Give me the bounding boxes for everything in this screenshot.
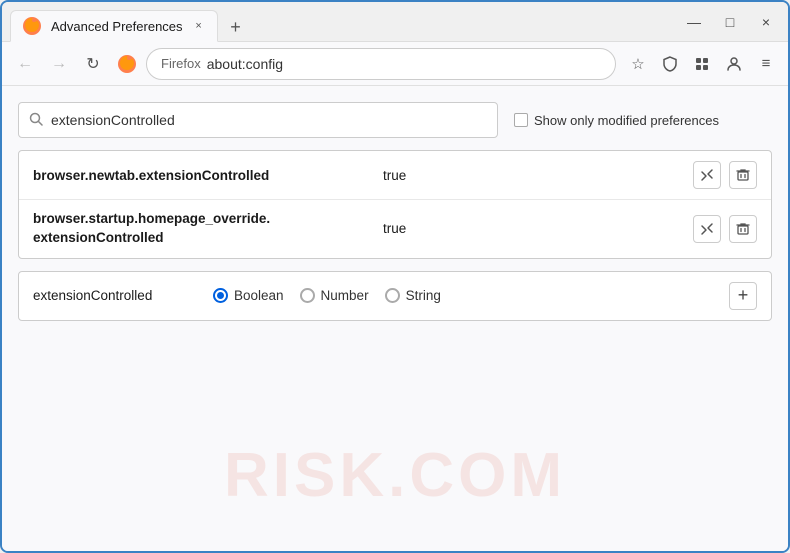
radio-boolean[interactable]: Boolean: [213, 288, 284, 303]
firefox-logo-icon: [116, 53, 138, 75]
results-table: browser.newtab.extensionControlled true: [18, 150, 772, 259]
firefox-tab-icon: [21, 15, 43, 37]
radio-string-circle: [385, 288, 400, 303]
search-box[interactable]: extensionControlled: [18, 102, 498, 138]
tab-area: Advanced Preferences × +: [10, 2, 672, 41]
radio-string-label: String: [406, 288, 441, 303]
forward-button[interactable]: →: [44, 49, 74, 79]
delete-button-2[interactable]: [729, 215, 757, 243]
refresh-button[interactable]: ↻: [78, 49, 108, 79]
nav-icons: ☆ ≡: [624, 50, 780, 78]
extension-icon[interactable]: [688, 50, 716, 78]
address-text: about:config: [207, 56, 283, 72]
pref-value-2: true: [383, 221, 683, 236]
shield-icon[interactable]: [656, 50, 684, 78]
add-preference-button[interactable]: +: [729, 282, 757, 310]
new-tab-button[interactable]: +: [222, 13, 250, 41]
add-preference-row: extensionControlled Boolean Number Strin…: [18, 271, 772, 321]
back-button[interactable]: ←: [10, 49, 40, 79]
radio-number-label: Number: [321, 288, 369, 303]
type-radio-group: Boolean Number String: [213, 288, 709, 303]
table-row: browser.startup.homepage_override. exten…: [19, 200, 771, 258]
pref-value-1: true: [383, 168, 683, 183]
search-value: extensionControlled: [51, 112, 487, 128]
titlebar: Advanced Preferences × + — □ ×: [2, 2, 788, 42]
bookmark-icon[interactable]: ☆: [624, 50, 652, 78]
pref-name-2: browser.startup.homepage_override. exten…: [33, 210, 373, 248]
search-icon: [29, 112, 43, 129]
pref-name-1: browser.newtab.extensionControlled: [33, 168, 373, 183]
menu-icon[interactable]: ≡: [752, 50, 780, 78]
tab-label: Advanced Preferences: [51, 19, 183, 34]
radio-number[interactable]: Number: [300, 288, 369, 303]
tab-close-button[interactable]: ×: [191, 18, 207, 34]
radio-boolean-circle: [213, 288, 228, 303]
browser-window: Advanced Preferences × + — □ × ← → ↻ Fir…: [0, 0, 790, 553]
new-pref-name: extensionControlled: [33, 288, 193, 303]
navbar: ← → ↻ Firefox about:config ☆: [2, 42, 788, 86]
close-button[interactable]: ×: [752, 8, 780, 36]
row-actions-1: [693, 161, 757, 189]
radio-string[interactable]: String: [385, 288, 441, 303]
address-bar[interactable]: Firefox about:config: [146, 48, 616, 80]
row-actions-2: [693, 215, 757, 243]
show-modified-checkbox[interactable]: [514, 113, 528, 127]
account-icon[interactable]: [720, 50, 748, 78]
minimize-button[interactable]: —: [680, 8, 708, 36]
radio-number-circle: [300, 288, 315, 303]
toggle-button-1[interactable]: [693, 161, 721, 189]
search-row: extensionControlled Show only modified p…: [18, 102, 772, 138]
show-modified-label: Show only modified preferences: [534, 113, 719, 128]
toggle-button-2[interactable]: [693, 215, 721, 243]
watermark: RISK.COM: [224, 440, 566, 511]
show-modified-row: Show only modified preferences: [514, 113, 719, 128]
radio-boolean-label: Boolean: [234, 288, 284, 303]
window-controls: — □ ×: [680, 8, 780, 36]
delete-button-1[interactable]: [729, 161, 757, 189]
browser-name-label: Firefox: [161, 56, 201, 71]
table-row: browser.newtab.extensionControlled true: [19, 151, 771, 200]
content-area: RISK.COM extensionControlled Show only m…: [2, 86, 788, 551]
active-tab[interactable]: Advanced Preferences ×: [10, 10, 218, 42]
maximize-button[interactable]: □: [716, 8, 744, 36]
